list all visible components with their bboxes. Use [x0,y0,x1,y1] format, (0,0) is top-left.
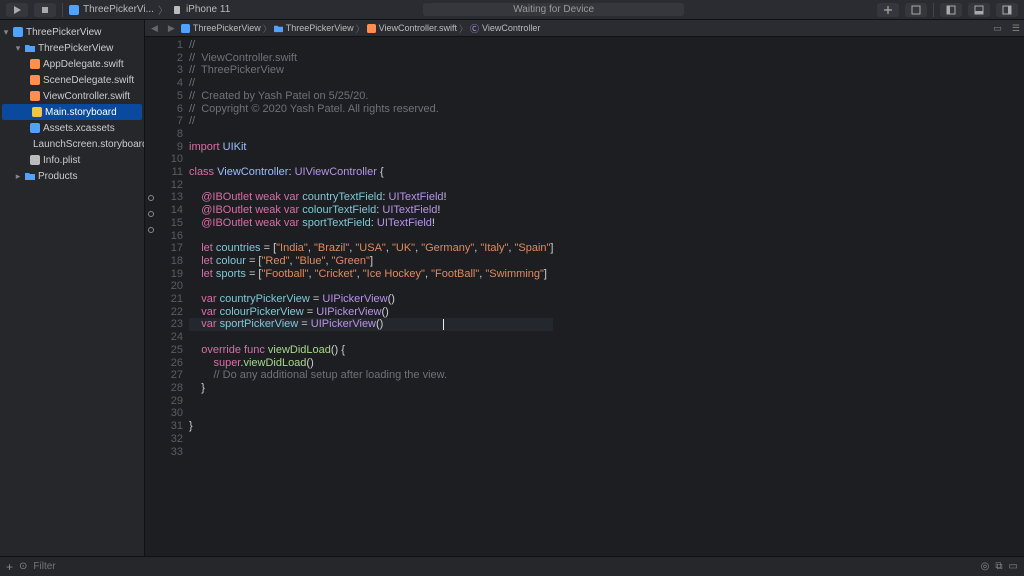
file-item[interactable]: Info.plist [0,152,144,168]
scheme-device: iPhone 11 [186,4,230,15]
run-button[interactable] [6,3,28,17]
stop-button[interactable] [34,3,56,17]
add-button[interactable] [877,3,899,17]
library-button[interactable] [905,3,927,17]
file-item[interactable]: LaunchScreen.storyboard [0,136,144,152]
filter-input[interactable] [33,561,165,572]
status-bar: Waiting for Device [236,3,871,16]
file-item[interactable]: Main.storyboard [2,104,142,120]
filter-icon[interactable]: ⊙ [19,561,27,572]
file-item[interactable]: ViewController.swift [0,88,144,104]
editor-split-icon[interactable]: ▭ [989,23,1006,34]
scope-icon[interactable]: ◎ [981,561,990,572]
scm-icon[interactable]: ▭ [1009,561,1018,572]
scheme-selector[interactable]: ThreePickerVi... 〉 iPhone 11 [69,2,230,17]
file-item[interactable]: AppDelegate.swift [0,56,144,72]
nav-fwd-icon[interactable]: ▶ [164,23,179,34]
add-icon[interactable]: + [6,560,13,574]
scheme-target: ThreePickerVi... [83,4,154,15]
code-editor[interactable]: 1234567891011121314151617181920212223242… [145,37,1024,556]
file-item[interactable]: Assets.xcassets [0,120,144,136]
panel-left-button[interactable] [940,3,962,17]
toolbar: ThreePickerVi... 〉 iPhone 11 Waiting for… [0,0,1024,20]
products-folder[interactable]: Products [0,168,144,184]
jump-bar[interactable]: ◀ ▶ ThreePickerView〉 ThreePickerView〉 Vi… [145,20,1024,37]
project-root[interactable]: ThreePickerView [0,24,144,40]
panel-bottom-button[interactable] [968,3,990,17]
panel-right-button[interactable] [996,3,1018,17]
navigator-sidebar[interactable]: ThreePickerView ThreePickerView AppDeleg… [0,20,145,556]
file-item[interactable]: SceneDelegate.swift [0,72,144,88]
group-folder[interactable]: ThreePickerView [0,40,144,56]
editor-options-icon[interactable]: ☰ [1008,23,1024,34]
bottom-filter-bar: + ⊙ ◎ ⧉ ▭ [0,556,1024,576]
nav-back-icon[interactable]: ◀ [147,23,162,34]
recent-icon[interactable]: ⧉ [995,561,1002,572]
